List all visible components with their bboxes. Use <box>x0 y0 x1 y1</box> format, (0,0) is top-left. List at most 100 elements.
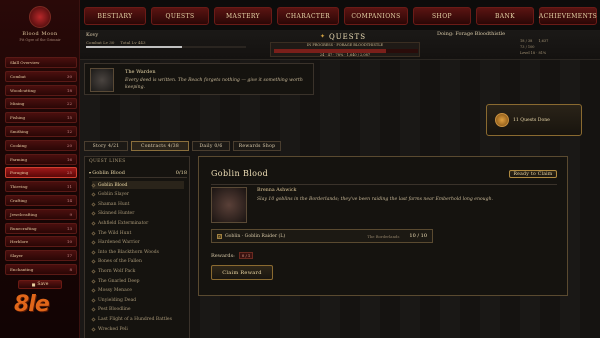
sidebar-skill-smithing[interactable]: Smithing 12 <box>5 126 77 137</box>
blood-moon-logo <box>29 6 51 28</box>
skill-level: 15 <box>66 115 72 121</box>
rewards-row: Rewards: 0 / 1 <box>211 252 254 259</box>
rewards-count: 0 / 1 <box>238 252 254 259</box>
skill-label: Woodcutting <box>10 87 36 93</box>
skills-sidebar: Blood Moon Pit Ogre of the Grimnir Skill… <box>0 0 80 338</box>
sidebar-skill-mining[interactable]: Mining 22 <box>5 98 77 110</box>
claim-reward-button[interactable]: Claim Reward <box>211 265 273 280</box>
skill-level: 8 <box>69 267 72 272</box>
sidebar-skill-runecrafting[interactable]: Runecrafting 13 <box>5 222 77 234</box>
quest-list-item-label: Mossy Menace <box>98 288 132 294</box>
quest-list-item[interactable]: Hardened Warrior <box>91 239 184 247</box>
skill-level: 12 <box>66 129 72 134</box>
quest-list-item[interactable]: Skinned Hunter <box>91 210 184 218</box>
skill-label: Jewelcrafting <box>10 211 38 217</box>
quest-list-item[interactable]: The Wild Hunt <box>91 229 184 237</box>
quests-done-label: 11 Quests Done <box>513 117 550 123</box>
tab-rewards-shop[interactable]: Rewards Shop <box>233 141 281 151</box>
quests-done-toast[interactable]: 11 Quests Done <box>486 104 582 136</box>
sidebar-skill-combat[interactable]: Combat 30 <box>5 70 77 82</box>
quest-list-item[interactable]: Shaman Hunt <box>91 200 184 208</box>
sidebar-skill-enchanting[interactable]: Enchanting 8 <box>5 264 77 275</box>
quest-list-item[interactable]: Last Flight of a Hundred Battles <box>91 315 184 323</box>
nav-achievements[interactable]: Achievements <box>539 7 597 25</box>
skill-label: Mining <box>10 101 25 107</box>
skill-label: Smithing <box>10 129 29 134</box>
skill-label: Farming <box>10 156 28 162</box>
nav-bank[interactable]: Bank <box>476 7 534 25</box>
quest-group-count: 0/18 <box>175 170 187 176</box>
quest-group-header[interactable]: ▾ Goblin Blood 0/18 <box>89 169 187 178</box>
quest-list-item[interactable]: Ashfield Exterminator <box>91 219 184 227</box>
quest-medal-icon <box>495 113 509 127</box>
skill-label: Slayer <box>10 253 23 259</box>
quest-list-item[interactable]: Pest Bloodline <box>91 306 184 314</box>
quest-list-item[interactable]: Into the Blackthorn Woods <box>91 248 184 256</box>
nav-mastery[interactable]: Mastery <box>214 7 272 25</box>
quest-list-item[interactable]: Wrecked Peli <box>91 325 184 333</box>
nav-character[interactable]: Character <box>277 7 339 25</box>
quest-list-item[interactable]: Goblin Slayer <box>91 191 184 199</box>
sidebar-skill-crafting[interactable]: Crafting 14 <box>5 195 77 206</box>
sidebar-skill-slayer[interactable]: Slayer 17 <box>5 250 77 262</box>
top-navigation: Bestiary Quests Mastery Character Compan… <box>80 7 600 27</box>
quest-list-item[interactable]: Unyielding Dead <box>91 296 184 304</box>
quest-list-item-label: Into the Blackthorn Woods <box>98 249 159 255</box>
active-task-panel: In Progress · Forage Bloodthistle 24 · 4… <box>270 42 420 57</box>
quest-list-item[interactable]: Thorn Wolf Pack <box>91 267 184 275</box>
sidebar-skill-farming[interactable]: Farming 16 <box>5 153 77 165</box>
diamond-bullet-icon <box>91 240 96 245</box>
diamond-bullet-icon <box>91 288 96 293</box>
objective-progress: 10 / 10 <box>409 233 427 239</box>
quest-list-item[interactable]: Mossy Menace <box>91 287 184 295</box>
quest-detail-title: Goblin Blood <box>211 169 269 178</box>
skill-label: Fishing <box>10 115 26 121</box>
skill-label: Runecrafting <box>10 225 37 231</box>
skill-level: 14 <box>66 198 72 203</box>
quest-list-item-label: Goblin Slayer <box>98 192 129 198</box>
player-name: Kovy <box>86 32 99 38</box>
sidebar-skill-cooking[interactable]: Cooking 20 <box>5 139 77 151</box>
diamond-bullet-icon <box>91 192 96 197</box>
quest-list-item-label: Thorn Wolf Pack <box>98 268 136 274</box>
diamond-bullet-icon <box>91 230 96 236</box>
task-progress-text: 24 · 47 · 78% · 1,640 / 2,087 <box>319 53 371 57</box>
quest-detail-panel: Goblin Blood Ready to Claim Brenna Ashwi… <box>198 156 568 296</box>
diamond-bullet-icon <box>91 182 96 188</box>
nav-quests[interactable]: Quests <box>151 7 209 25</box>
quest-list-item[interactable]: Goblin Blood <box>91 181 184 189</box>
xp-bar <box>86 46 246 48</box>
quest-list-item-label: Pest Bloodline <box>98 307 131 313</box>
nav-bestiary[interactable]: Bestiary <box>84 7 146 25</box>
sidebar-skill-skill-overview[interactable]: Skill Overview <box>5 57 77 68</box>
combat-level: Combat Lv 30 <box>86 40 115 45</box>
nav-shop[interactable]: Shop <box>413 7 471 25</box>
sidebar-skill-jewelcrafting[interactable]: Jewelcrafting 9 <box>5 208 77 220</box>
skill-level: 16 <box>66 156 72 162</box>
quest-list-item[interactable]: Bones of the Fallen <box>91 258 184 266</box>
skill-level: 22 <box>66 101 72 107</box>
sidebar-skill-fishing[interactable]: Fishing 15 <box>5 112 77 124</box>
quest-list-item-label: Unyielding Dead <box>98 297 137 303</box>
skill-label: Herblore <box>10 239 29 245</box>
diamond-bullet-icon <box>91 259 96 264</box>
skill-level: 10 <box>66 239 72 245</box>
quest-list-item-label: Ashfield Exterminator <box>98 220 149 226</box>
nav-companions[interactable]: Companions <box>344 7 408 25</box>
diamond-bullet-icon <box>91 307 96 312</box>
sidebar-skill-thieving[interactable]: Thieving 11 <box>5 181 77 193</box>
sidebar-skill-herblore[interactable]: Herblore 10 <box>5 236 77 248</box>
quest-list-item-label: Skinned Hunter <box>98 211 135 217</box>
tab-story[interactable]: Story 4/21 <box>84 141 128 151</box>
player-levels: Combat Lv 30 Total Lv 443 <box>86 40 146 45</box>
quest-list-item[interactable]: The Gnarled Deep <box>91 277 184 285</box>
save-button[interactable]: ■ Save <box>18 280 62 289</box>
quest-list-item-label: Last Flight of a Hundred Battles <box>98 316 172 322</box>
sidebar-skill-woodcutting[interactable]: Woodcutting 18 <box>5 84 77 96</box>
tab-daily[interactable]: Daily 0/6 <box>192 141 230 151</box>
save-icon: ■ <box>31 282 36 287</box>
tab-contracts[interactable]: Contracts 4/38 <box>131 141 189 151</box>
skill-level: 20 <box>66 142 72 148</box>
diamond-bullet-icon <box>91 298 96 303</box>
sidebar-skill-foraging[interactable]: Foraging 25 <box>5 167 77 179</box>
